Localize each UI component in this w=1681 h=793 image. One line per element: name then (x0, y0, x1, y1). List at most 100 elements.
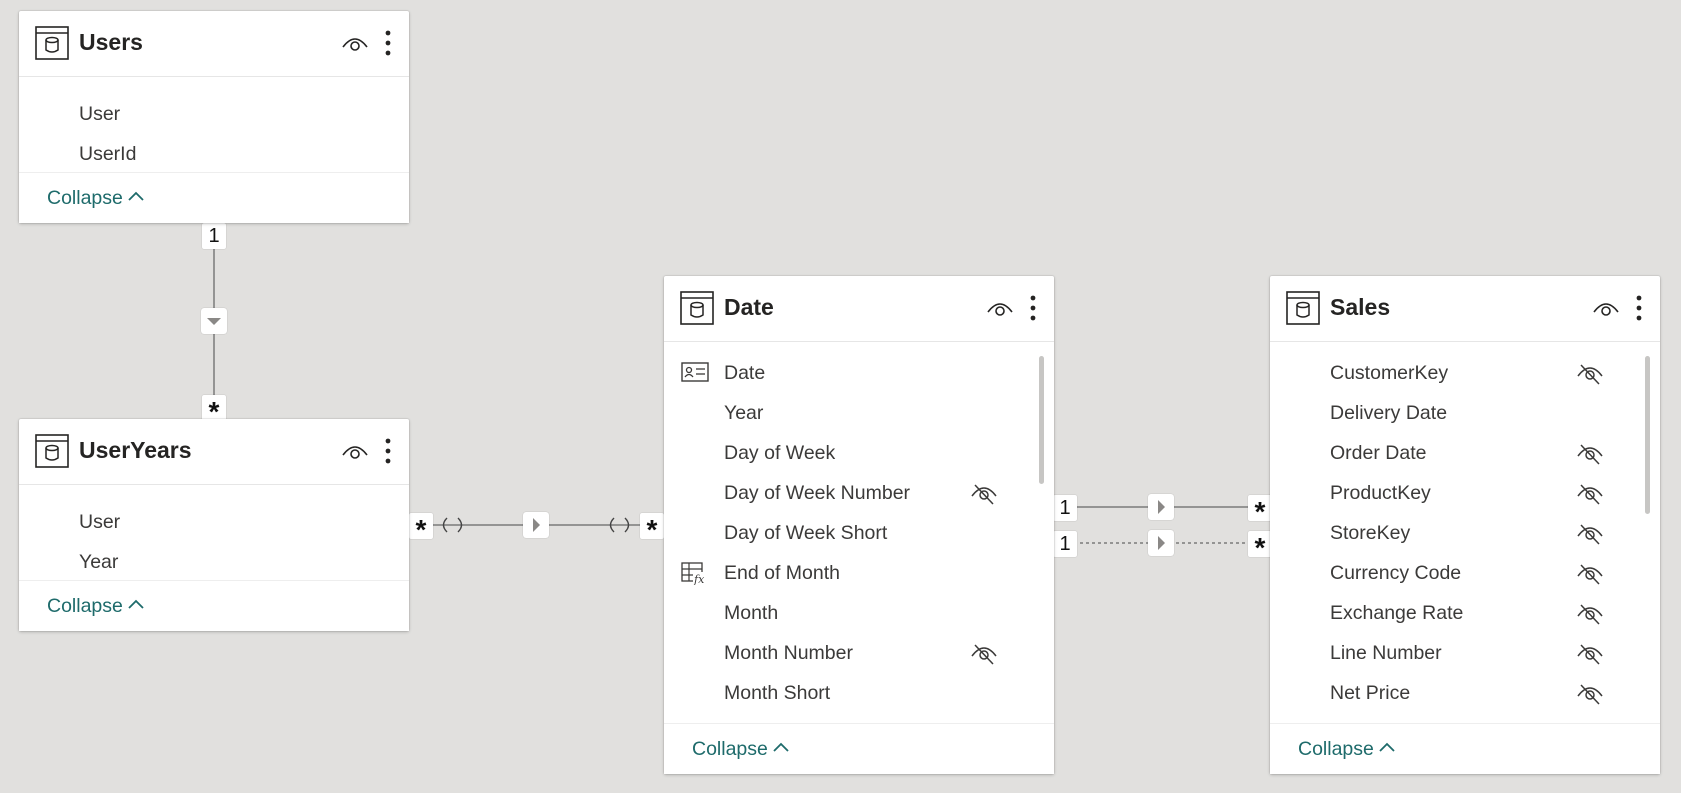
field-label: Month Number (724, 642, 853, 664)
collapse-button[interactable]: Collapse (47, 187, 145, 210)
card-header: Sales (1270, 276, 1660, 342)
card-header: Date (664, 276, 1054, 342)
card-title: UserYears (79, 437, 192, 463)
field-list: Date Year Day of Week Day of Week Number… (664, 342, 1054, 713)
card-footer: Collapse (19, 172, 409, 223)
card-title: Date (724, 294, 774, 320)
hidden-eye-icon[interactable] (1576, 602, 1604, 626)
calculated-column-icon: fx (681, 561, 709, 586)
hidden-eye-icon[interactable] (1576, 562, 1604, 586)
filter-direction-right-icon[interactable] (1148, 494, 1174, 520)
table-card-useryears[interactable]: UserYears User Year Collapse (19, 419, 409, 631)
field-item[interactable]: Year (664, 393, 1054, 433)
card-title: Users (79, 29, 143, 55)
field-item[interactable]: StoreKey (1270, 513, 1660, 553)
field-label: UserId (79, 143, 137, 165)
field-item[interactable]: Day of Week Number (664, 473, 1054, 513)
field-item[interactable]: Exchange Rate (1270, 593, 1660, 633)
cardinality-many-marker: * (409, 513, 433, 545)
field-item[interactable]: Month (664, 593, 1054, 633)
field-label: User (79, 103, 121, 125)
field-label: Day of Week (724, 442, 836, 464)
chevron-up-icon (128, 191, 144, 201)
table-card-date[interactable]: Date Date Year Day of Week Day of Week N… (664, 276, 1054, 774)
more-options-icon[interactable] (383, 29, 393, 57)
filter-direction-right-icon[interactable] (523, 512, 549, 538)
field-item[interactable]: UserId (19, 134, 409, 174)
field-item[interactable]: User (19, 502, 409, 542)
field-item[interactable]: Order Date (1270, 433, 1660, 473)
field-label: Month (724, 602, 779, 624)
field-label: Year (724, 402, 764, 424)
svg-text:fx: fx (693, 573, 705, 585)
field-item[interactable]: Line Number (1270, 633, 1660, 673)
field-item[interactable]: Month Short (664, 673, 1054, 713)
cardinality-many-marker: * (640, 513, 664, 545)
field-item[interactable]: Date (664, 353, 1054, 393)
hidden-eye-icon[interactable] (1576, 642, 1604, 666)
field-item[interactable]: User (19, 94, 409, 134)
field-list: CustomerKey Delivery Date Order Date Pro… (1270, 342, 1660, 713)
collapse-button[interactable]: Collapse (47, 595, 145, 618)
table-icon (1286, 291, 1320, 325)
hidden-eye-icon[interactable] (1576, 442, 1604, 466)
collapse-button[interactable]: Collapse (692, 738, 790, 761)
field-item[interactable]: Net Price (1270, 673, 1660, 713)
field-item[interactable]: Month Number (664, 633, 1054, 673)
field-label: Net Price (1330, 682, 1411, 704)
table-icon (35, 434, 69, 468)
field-item[interactable]: ProductKey (1270, 473, 1660, 513)
eye-icon[interactable] (341, 33, 369, 53)
field-label: End of Month (724, 562, 840, 584)
field-item[interactable]: CustomerKey (1270, 353, 1660, 393)
field-label: Order Date (1330, 442, 1427, 464)
hidden-eye-icon[interactable] (1576, 362, 1604, 386)
hidden-eye-icon[interactable] (970, 642, 998, 666)
chevron-up-icon (773, 742, 789, 752)
collapse-button[interactable]: Collapse (1298, 738, 1396, 761)
card-header: UserYears (19, 419, 409, 485)
card-footer: Collapse (1270, 723, 1660, 774)
table-card-users[interactable]: Users User UserId Collapse (19, 11, 409, 223)
field-label: Delivery Date (1330, 402, 1448, 424)
table-card-sales[interactable]: Sales CustomerKey Delivery Date Order Da… (1270, 276, 1660, 774)
more-options-icon[interactable] (1634, 294, 1644, 322)
hidden-eye-icon[interactable] (970, 482, 998, 506)
eye-icon[interactable] (986, 298, 1014, 318)
filter-direction-right-icon[interactable] (1148, 530, 1174, 556)
field-label: Day of Week Number (724, 482, 911, 504)
collapse-label: Collapse (47, 187, 123, 209)
field-label: Exchange Rate (1330, 602, 1464, 624)
eye-icon[interactable] (1592, 298, 1620, 318)
table-icon (680, 291, 714, 325)
field-label: User (79, 511, 121, 533)
field-label: Date (724, 362, 766, 384)
field-item[interactable]: fx End of Month (664, 553, 1054, 593)
field-item[interactable]: Day of Week (664, 433, 1054, 473)
field-label: Month Short (724, 682, 831, 704)
cardinality-one-marker: 1 (1053, 495, 1077, 521)
eye-icon[interactable] (341, 441, 369, 461)
collapse-label: Collapse (692, 738, 768, 760)
chevron-up-icon (1379, 742, 1395, 752)
more-options-icon[interactable] (383, 437, 393, 465)
card-footer: Collapse (664, 723, 1054, 774)
field-item[interactable]: Currency Code (1270, 553, 1660, 593)
date-table-icon (681, 361, 709, 385)
cardinality-many-marker: * (1248, 495, 1272, 527)
filter-direction-down-icon[interactable] (201, 308, 227, 334)
chevron-up-icon (128, 599, 144, 609)
field-list: User Year (19, 485, 409, 582)
field-item[interactable]: Day of Week Short (664, 513, 1054, 553)
hidden-eye-icon[interactable] (1576, 482, 1604, 506)
field-label: Currency Code (1330, 562, 1462, 584)
hidden-eye-icon[interactable] (1576, 522, 1604, 546)
field-label: Year (79, 551, 119, 573)
field-item[interactable]: Year (19, 542, 409, 582)
collapse-label: Collapse (1298, 738, 1374, 760)
field-item[interactable]: Delivery Date (1270, 393, 1660, 433)
more-options-icon[interactable] (1028, 294, 1038, 322)
hidden-eye-icon[interactable] (1576, 682, 1604, 706)
table-icon (35, 26, 69, 60)
card-footer: Collapse (19, 580, 409, 631)
